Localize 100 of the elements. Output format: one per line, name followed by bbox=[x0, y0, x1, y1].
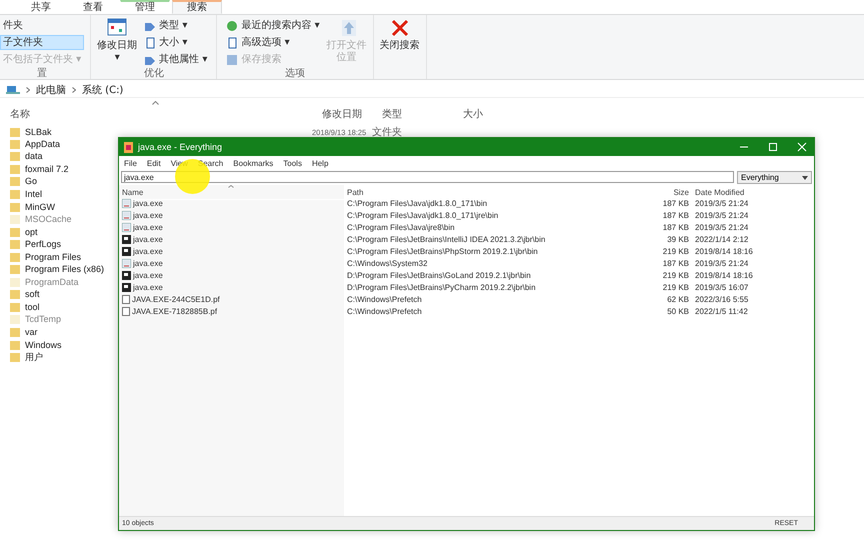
calendar-icon bbox=[107, 18, 128, 38]
sort-icon bbox=[152, 101, 159, 105]
folder-name[interactable]: AppData bbox=[25, 138, 60, 149]
computer-icon bbox=[6, 85, 20, 95]
folder-name[interactable]: Intel bbox=[25, 189, 42, 199]
folder-name[interactable]: Windows bbox=[25, 340, 62, 350]
close-icon bbox=[797, 142, 807, 152]
document-icon bbox=[226, 36, 238, 48]
ribbon-tab[interactable]: 共享 bbox=[16, 0, 66, 14]
folder-name[interactable]: Program Files bbox=[25, 252, 82, 262]
table-cell-text: 187 KB bbox=[664, 258, 690, 269]
table-cell-text: 187 KB bbox=[664, 222, 690, 233]
table-cell-text: 219 KB bbox=[664, 246, 690, 257]
sort-icon bbox=[228, 185, 234, 188]
folder-icon bbox=[10, 189, 20, 199]
folder-name[interactable]: var bbox=[25, 327, 38, 338]
file-name[interactable]: JAVA.EXE-244C5E1D.pf bbox=[132, 294, 220, 304]
table-cell-text: C:\Program Files\Java\jre8\bin bbox=[346, 222, 456, 233]
table-cell-text: 2022/1/5 11:42 bbox=[694, 306, 749, 317]
table-cell-text: 39 KB bbox=[666, 234, 690, 245]
folder-name[interactable]: TcdTemp bbox=[25, 314, 62, 324]
table-cell-text: 2019/3/5 21:24 bbox=[694, 258, 750, 269]
filter-dropdown[interactable]: Everything bbox=[737, 171, 812, 184]
ribbon-button[interactable]: 其他属性 ▾ bbox=[141, 52, 210, 67]
table-cell-text: C:\Windows\Prefetch bbox=[346, 294, 423, 305]
file-name[interactable]: java.exe bbox=[133, 198, 163, 208]
table-cell-text: C:\Windows\Prefetch bbox=[346, 306, 423, 317]
file-name[interactable]: JAVA.EXE-7182885B.pf bbox=[132, 306, 218, 316]
table-cell-text: 62 KB bbox=[666, 294, 690, 305]
folder-name[interactable]: 用户 bbox=[25, 350, 43, 364]
column-header[interactable]: Path bbox=[344, 185, 664, 200]
menu-item[interactable]: Help bbox=[312, 158, 328, 168]
ribbon-button[interactable]: 关闭搜索 bbox=[380, 18, 420, 52]
search-field[interactable]: java.exe bbox=[121, 171, 734, 183]
ribbon-button[interactable]: 子文件夹 bbox=[0, 35, 84, 50]
table-cell-text: D:\Program Files\JetBrains\GoLand 2019.2.1\jbr\bin bbox=[346, 270, 532, 281]
ribbon-button[interactable]: 修改日期 ▾ bbox=[97, 18, 138, 64]
column-header[interactable]: 大小 bbox=[463, 107, 523, 121]
table-cell-text: 2019/3/5 16:07 bbox=[694, 282, 750, 293]
folder-name[interactable]: ProgramData bbox=[25, 276, 79, 287]
menu-item[interactable]: Bookmarks bbox=[233, 158, 274, 168]
file-name[interactable]: java.exe bbox=[133, 258, 163, 268]
ribbon-button[interactable]: 类型 ▾ bbox=[141, 18, 210, 33]
file-name[interactable]: java.exe bbox=[133, 270, 163, 280]
folder-icon bbox=[10, 252, 20, 262]
folder-name[interactable]: MSOCache bbox=[25, 214, 72, 224]
folder-icon bbox=[10, 226, 20, 237]
folder-name[interactable]: data bbox=[25, 151, 43, 162]
table-cell-text: 2019/3/5 21:24 bbox=[694, 198, 750, 209]
folder-icon bbox=[10, 289, 20, 300]
table-cell-text: 187 KB bbox=[664, 198, 690, 209]
folder-icon bbox=[10, 239, 20, 250]
file-name[interactable]: java.exe bbox=[133, 282, 163, 292]
menu-item[interactable]: Tools bbox=[283, 158, 302, 168]
folder-name[interactable]: MinGW bbox=[25, 202, 55, 212]
ribbon-tab[interactable]: 搜索 bbox=[172, 0, 222, 14]
folder-name[interactable]: PerfLogs bbox=[25, 239, 62, 250]
folder-name[interactable]: Go bbox=[25, 176, 38, 186]
breadcrumb-item[interactable]: 此电脑 bbox=[36, 83, 66, 97]
folder-icon bbox=[10, 264, 20, 274]
table-cell-text: D:\Program Files\JetBrains\PyCharm 2019.2.2\jbr\bin bbox=[346, 282, 537, 293]
column-header[interactable]: 类型 bbox=[382, 107, 463, 121]
ribbon-button[interactable]: 高级选项 ▾ bbox=[223, 35, 323, 50]
table-cell-text: 2019/3/5 21:24 bbox=[694, 222, 750, 233]
folder-icon bbox=[10, 276, 20, 287]
close-icon bbox=[390, 18, 410, 38]
menu-item[interactable]: File bbox=[124, 158, 137, 168]
table-cell-text: 2019/8/14 18:16 bbox=[694, 270, 754, 281]
column-header[interactable]: Date Modified bbox=[692, 185, 814, 200]
column-header[interactable]: Size bbox=[664, 185, 692, 200]
folder-name[interactable]: SLBak bbox=[25, 127, 52, 137]
breadcrumb-item[interactable]: 系统 (C:) bbox=[82, 83, 124, 97]
file-name[interactable]: java.exe bbox=[133, 222, 163, 232]
table-cell-text: 187 KB bbox=[664, 210, 690, 221]
ribbon-button[interactable]: 最近的搜索内容 ▾ bbox=[223, 18, 323, 33]
file-name[interactable]: java.exe bbox=[133, 246, 163, 256]
column-header[interactable]: 名称 bbox=[10, 107, 322, 121]
caret-icon bbox=[802, 176, 808, 180]
folder-name[interactable]: tool bbox=[25, 302, 40, 312]
folder-icon bbox=[10, 340, 20, 350]
folder-icon bbox=[10, 176, 20, 186]
group-label: 优化 bbox=[142, 67, 165, 80]
ribbon-button[interactable]: 大小 ▾ bbox=[141, 35, 210, 50]
maximize-icon bbox=[768, 142, 778, 152]
column-header[interactable]: 修改日期 bbox=[322, 107, 382, 121]
ribbon-tab[interactable]: 查看 bbox=[68, 0, 118, 14]
table-cell-text: C:\Program Files\Java\jdk1.8.0_171\bin bbox=[346, 198, 488, 209]
table-cell-text: C:\Windows\System32 bbox=[346, 258, 428, 269]
table-cell-text: 文件夹 bbox=[372, 126, 403, 139]
folder-name[interactable]: opt bbox=[25, 226, 38, 237]
file-name[interactable]: java.exe bbox=[133, 210, 163, 220]
window-title: java.exe - Everything bbox=[138, 142, 224, 152]
file-name[interactable]: java.exe bbox=[133, 234, 163, 244]
folder-name[interactable]: soft bbox=[25, 289, 40, 300]
folder-name[interactable]: Program Files (x86) bbox=[25, 264, 104, 274]
folder-name[interactable]: foxmail 7.2 bbox=[25, 164, 69, 174]
chevron-icon bbox=[26, 87, 30, 93]
menu-item[interactable]: Edit bbox=[146, 158, 161, 168]
ribbon-button[interactable]: 件夹 bbox=[0, 18, 84, 33]
table-cell-text: 219 KB bbox=[664, 270, 690, 281]
